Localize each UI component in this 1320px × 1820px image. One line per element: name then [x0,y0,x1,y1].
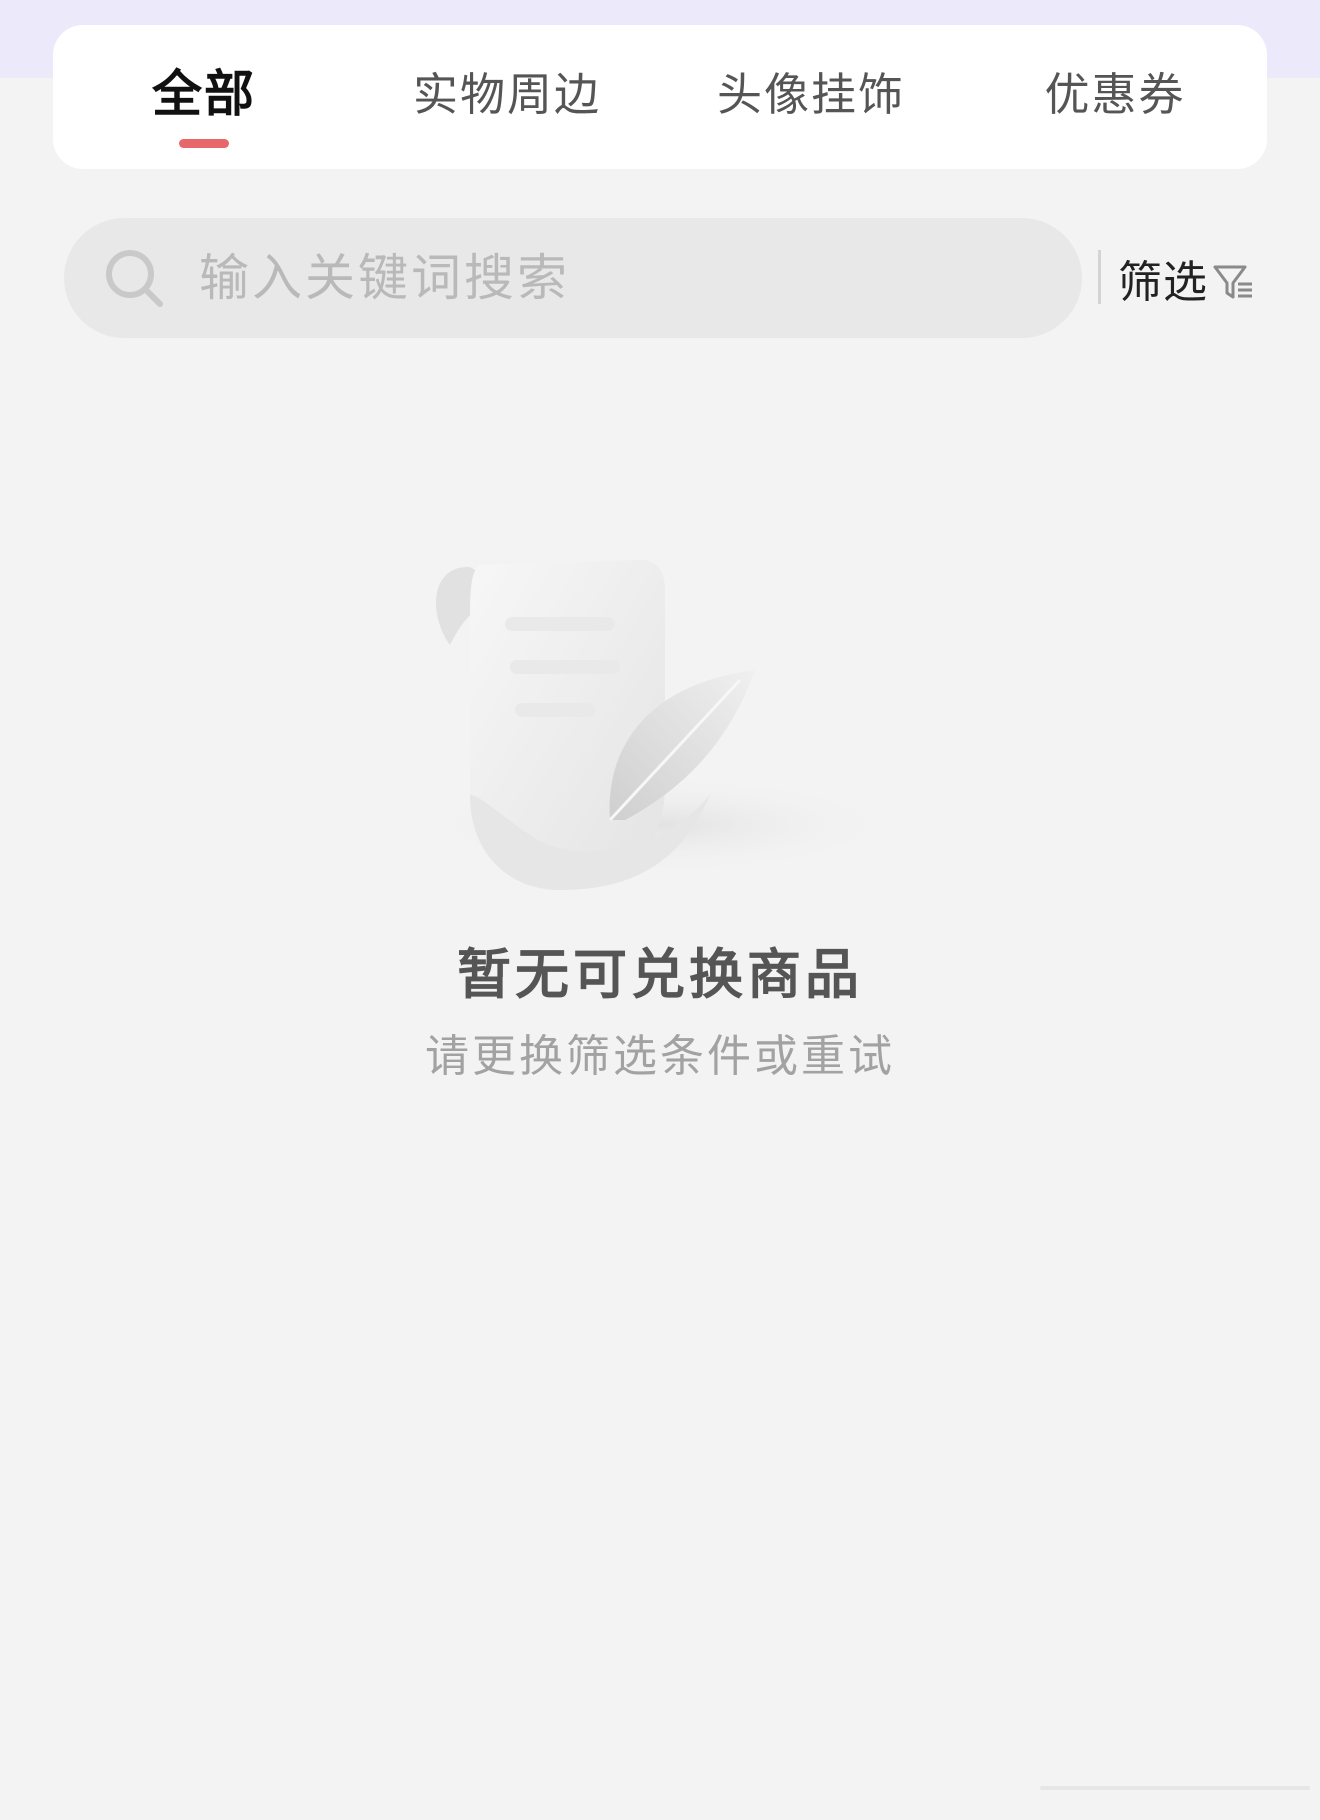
tab-physical-merch[interactable]: 实物周边 [355,25,659,169]
tab-avatar-decorations[interactable]: 头像挂饰 [659,25,963,169]
home-indicator [1040,1786,1310,1790]
search-icon [106,250,163,307]
search-bar[interactable] [64,218,1082,338]
active-tab-indicator [179,139,229,148]
empty-state-subtitle: 请更换筛选条件或重试 [425,1031,895,1082]
search-input[interactable] [199,238,1039,318]
tab-coupons[interactable]: 优惠券 [963,25,1267,169]
empty-state-title: 暂无可兑换商品 [457,943,863,1006]
tab-label: 实物周边 [412,67,601,121]
category-tabs: 全部 实物周边 头像挂饰 优惠券 [53,25,1267,169]
scroll-with-feather-illustration [420,560,900,890]
filter-label: 筛选 [1118,257,1208,308]
tab-all[interactable]: 全部 [53,25,355,169]
filter-button[interactable]: 筛选 [1118,238,1268,318]
tab-label: 全部 [152,65,256,123]
exchange-page: 全部 实物周边 头像挂饰 优惠券 筛选 [0,0,1320,1820]
filter-icon [1213,265,1252,299]
search-filter-divider [1098,250,1101,304]
tab-label: 头像挂饰 [716,67,905,121]
tab-label: 优惠券 [1044,67,1186,121]
